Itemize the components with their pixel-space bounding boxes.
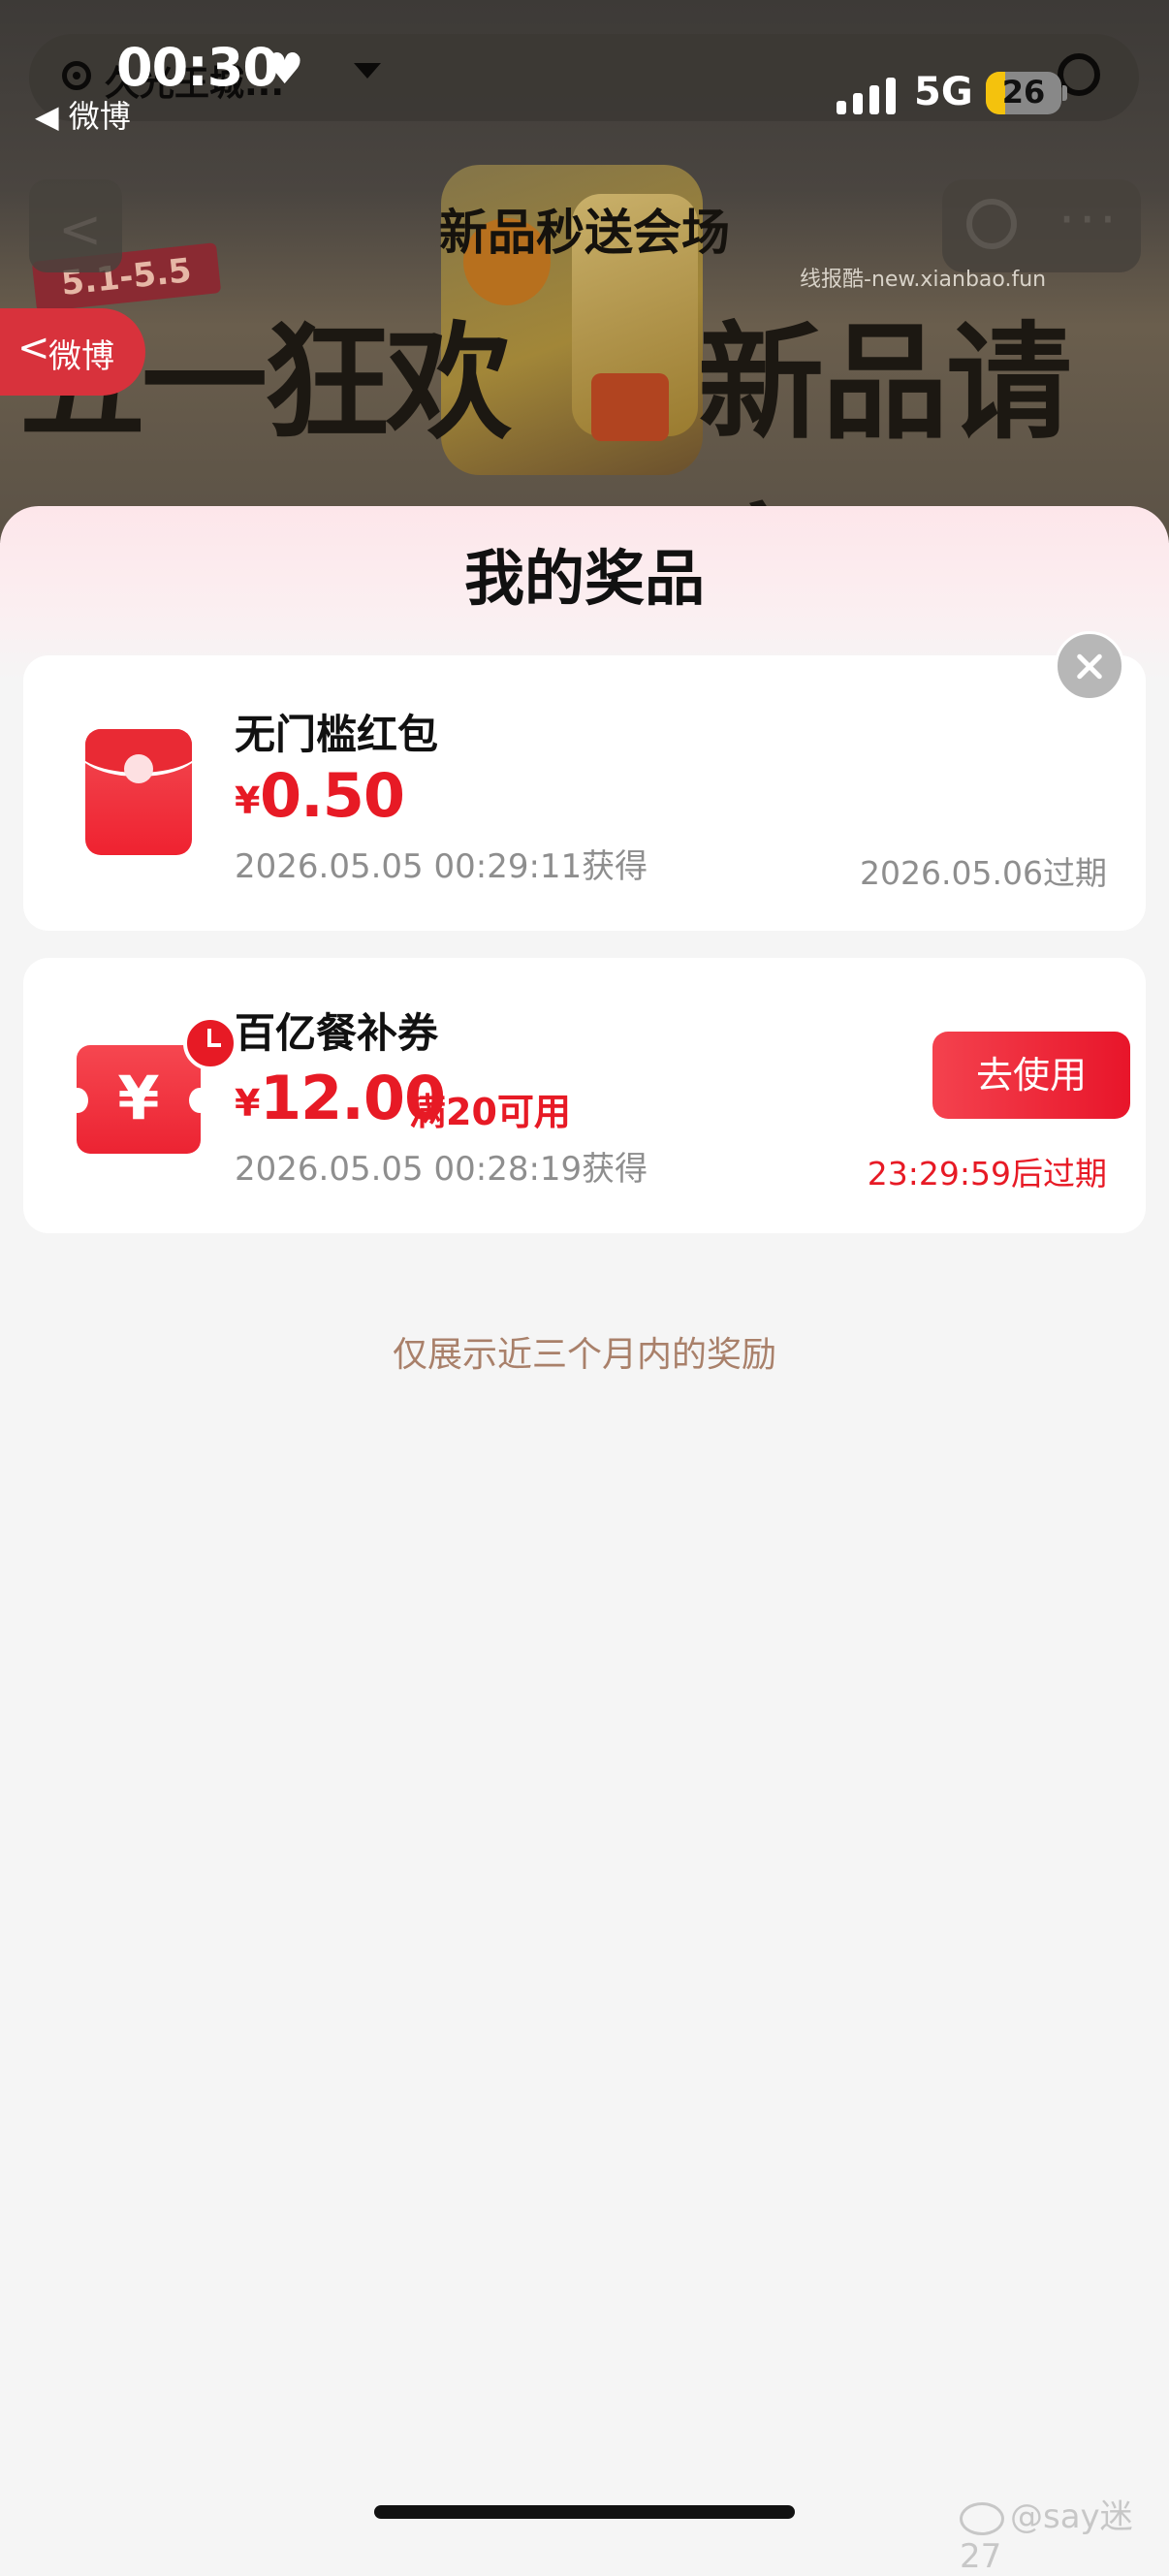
battery-tip xyxy=(1062,85,1067,101)
signal-icon xyxy=(837,78,899,114)
watermark-text: 线报酷-new.xianbao.fun xyxy=(800,268,1047,292)
usage-condition: 满20可用 xyxy=(409,1091,571,1133)
prize-card: 无门槛红包 ¥ 0.50 2026.05.05 00:29:11获得 2026.… xyxy=(23,655,1146,931)
coupon-icon: ¥ xyxy=(67,1016,237,1154)
clock-icon xyxy=(183,1016,237,1070)
footnote: 仅展示近三个月内的奖励 xyxy=(392,1335,776,1375)
close-icon[interactable] xyxy=(1055,631,1124,701)
prize-sheet: 我的奖品 无门槛红包 ¥ 0.50 2026.05.05 00:29:11获得 … xyxy=(0,506,1169,2542)
prize-name: 百亿餐补券 xyxy=(235,1009,439,1057)
currency-symbol: ¥ xyxy=(235,1082,261,1125)
battery-icon: 26 xyxy=(986,72,1061,114)
header-actions[interactable]: ··· xyxy=(942,179,1141,272)
expiry-countdown: 23:29:59后过期 xyxy=(867,1155,1107,1193)
sheet-title: 我的奖品 xyxy=(463,543,705,614)
heart-icon: ♥ xyxy=(266,45,304,94)
product-cube xyxy=(591,373,669,441)
status-time: 00:30 xyxy=(116,37,279,98)
network-type: 5G xyxy=(914,70,973,114)
chevron-down-icon xyxy=(354,63,381,79)
weibo-return-button[interactable]: < 微博 xyxy=(0,308,145,396)
more-icon[interactable]: ··· xyxy=(1058,189,1121,250)
back-to-app-link[interactable]: ◀ 微博 xyxy=(35,92,131,137)
prize-name: 无门槛红包 xyxy=(235,711,439,758)
red-packet-icon xyxy=(85,729,192,855)
banner-right-text: 新品请客 xyxy=(698,309,1072,543)
obtained-time: 2026.05.05 00:28:19获得 xyxy=(235,1150,648,1189)
weibo-logo-icon xyxy=(960,2501,1004,2535)
obtained-time: 2026.05.05 00:29:11获得 xyxy=(235,847,648,886)
currency-symbol: ¥ xyxy=(235,779,261,822)
battery-level: 26 xyxy=(1001,74,1046,111)
weibo-return-label: 微博 xyxy=(48,337,114,376)
chevron-left-icon: < xyxy=(17,326,50,370)
use-coupon-button[interactable]: 去使用 xyxy=(932,1032,1130,1119)
expiry-date: 2026.05.06过期 xyxy=(860,854,1107,892)
home-indicator[interactable] xyxy=(374,2505,795,2519)
prize-card: ¥ 百亿餐补券 ¥ 12.00 满20可用 2026.05.05 00:28:1… xyxy=(23,958,1146,1233)
weibo-watermark: @say迷27 xyxy=(960,2490,1169,2576)
location-pin-icon xyxy=(62,61,91,90)
search-icon[interactable] xyxy=(966,199,1017,249)
prize-amount: 0.50 xyxy=(260,760,405,831)
